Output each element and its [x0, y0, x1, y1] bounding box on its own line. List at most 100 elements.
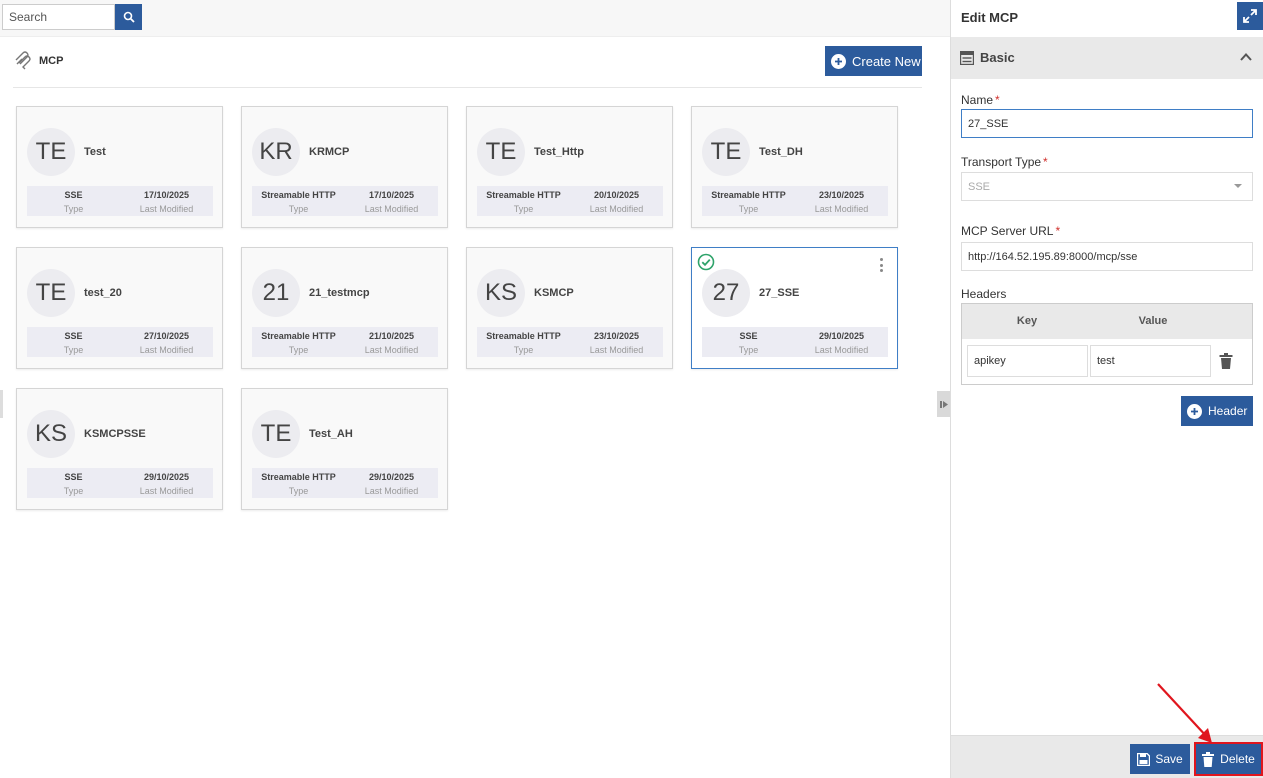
card-meta: SSE Type 29/10/2025 Last Modified [27, 468, 213, 498]
server-url-label: MCP Server URL * [961, 224, 1061, 238]
mcp-card[interactable]: 21 21_testmcp Streamable HTTP Type 21/10… [241, 247, 448, 369]
key-column-header: Key [1016, 315, 1038, 327]
basic-section-header[interactable]: Basic [951, 37, 1263, 79]
collapse-arrow-icon [939, 400, 948, 408]
more-options-icon[interactable] [878, 258, 884, 272]
mcp-card[interactable]: KR KRMCP Streamable HTTP Type 17/10/2025… [241, 106, 448, 228]
mcp-card[interactable]: KS KSMCPSSE SSE Type 29/10/2025 Last Mod… [16, 388, 223, 510]
card-date-label: Last Modified [364, 486, 419, 496]
form-icon [960, 51, 974, 65]
card-type-value: Streamable HTTP [261, 190, 336, 200]
section-header: MCP Create New [13, 38, 922, 88]
header-key-input[interactable] [967, 345, 1088, 377]
avatar: TE [477, 128, 525, 176]
avatar: 21 [252, 269, 300, 317]
add-header-label: Header [1208, 404, 1248, 418]
card-date-value: 17/10/2025 [368, 190, 415, 200]
avatar: TE [252, 410, 300, 458]
plus-circle-icon [831, 53, 846, 69]
card-type-label: Type [288, 204, 309, 214]
card-date-value: 27/10/2025 [143, 331, 190, 341]
add-header-button[interactable]: Header [1181, 396, 1253, 426]
search-button[interactable] [115, 4, 142, 30]
card-type-value: SSE [739, 331, 758, 341]
card-type-value: SSE [64, 472, 83, 482]
transport-type-label: Transport Type * [961, 155, 1048, 169]
card-date-value: 20/10/2025 [593, 190, 640, 200]
header-value-input[interactable] [1090, 345, 1211, 377]
mcp-card[interactable]: KS KSMCP Streamable HTTP Type 23/10/2025… [466, 247, 673, 369]
server-url-field[interactable] [961, 242, 1253, 271]
card-meta: SSE Type 17/10/2025 Last Modified [27, 186, 213, 216]
card-type-label: Type [63, 486, 84, 496]
card-type-value: SSE [64, 331, 83, 341]
card-type-label: Type [513, 345, 534, 355]
card-name: KSMCP [534, 287, 574, 299]
card-type-value: Streamable HTTP [261, 331, 336, 341]
card-date-label: Last Modified [814, 204, 869, 214]
name-label: Name * [961, 93, 1000, 107]
card-type-label: Type [63, 204, 84, 214]
card-name: Test_DH [759, 146, 803, 158]
card-name: Test_Http [534, 146, 584, 158]
headers-label: Headers [961, 287, 1007, 301]
mcp-card[interactable]: TE Test SSE Type 17/10/2025 Last Modifie… [16, 106, 223, 228]
mcp-card[interactable]: TE Test_Http Streamable HTTP Type 20/10/… [466, 106, 673, 228]
card-date-label: Last Modified [814, 345, 869, 355]
mcp-card-selected[interactable]: 27 27_SSE SSE Type 29/10/2025 Last Modif… [691, 247, 898, 369]
card-date-label: Last Modified [364, 204, 419, 214]
panel-collapse-handle[interactable] [937, 391, 951, 417]
section-title: MCP [39, 55, 64, 67]
edit-panel: Edit MCP Basic Name* Transport Type* [950, 0, 1263, 778]
card-date-value: 21/10/2025 [368, 331, 415, 341]
required-mark: * [1043, 155, 1048, 169]
card-date-label: Last Modified [589, 345, 644, 355]
save-icon [1137, 752, 1151, 766]
basic-section-label: Basic [980, 50, 1015, 65]
expand-button[interactable] [1237, 2, 1263, 30]
card-meta: SSE Type 29/10/2025 Last Modified [702, 327, 888, 357]
card-type-label: Type [513, 204, 534, 214]
card-date-value: 23/10/2025 [593, 331, 640, 341]
avatar: TE [702, 128, 750, 176]
card-type-label: Type [288, 486, 309, 496]
card-date-label: Last Modified [139, 345, 194, 355]
headers-table-header: Key Value [962, 304, 1252, 339]
delete-header-icon[interactable] [1219, 353, 1233, 369]
save-label: Save [1155, 752, 1183, 766]
card-type-label: Type [288, 345, 309, 355]
avatar: TE [27, 128, 75, 176]
name-field[interactable] [961, 109, 1253, 138]
mcp-logo-icon [15, 51, 31, 70]
save-button[interactable]: Save [1130, 744, 1190, 774]
trash-icon [1202, 751, 1215, 767]
card-name: Test [84, 146, 106, 158]
mcp-card[interactable]: TE test_20 SSE Type 27/10/2025 Last Modi… [16, 247, 223, 369]
card-type-value: Streamable HTTP [711, 190, 786, 200]
card-meta: Streamable HTTP Type 29/10/2025 Last Mod… [252, 468, 438, 498]
left-collapse-handle[interactable] [0, 390, 3, 418]
top-bar [0, 0, 950, 37]
headers-table: Key Value [961, 303, 1253, 385]
create-new-button[interactable]: Create New [825, 46, 922, 76]
card-date-value: 23/10/2025 [818, 190, 865, 200]
transport-type-select[interactable]: SSE [961, 172, 1253, 201]
mcp-card[interactable]: TE Test_DH Streamable HTTP Type 23/10/20… [691, 106, 898, 228]
delete-button[interactable]: Delete [1194, 742, 1263, 776]
create-new-label: Create New [852, 53, 921, 69]
card-meta: Streamable HTTP Type 17/10/2025 Last Mod… [252, 186, 438, 216]
search-input[interactable] [2, 4, 115, 30]
delete-label: Delete [1220, 752, 1255, 766]
chevron-up-icon[interactable] [1239, 50, 1253, 64]
card-meta: Streamable HTTP Type 20/10/2025 Last Mod… [477, 186, 663, 216]
expand-icon [1243, 9, 1257, 23]
card-name: KSMCPSSE [84, 428, 146, 440]
card-date-value: 29/10/2025 [818, 331, 865, 341]
card-name: 21_testmcp [309, 287, 370, 299]
value-column-header: Value [1138, 315, 1168, 327]
avatar: KS [477, 269, 525, 317]
avatar: 27 [702, 269, 750, 317]
card-meta: Streamable HTTP Type 21/10/2025 Last Mod… [252, 327, 438, 357]
app-root: MCP Create New TE Test SSE Type 17/10/20… [0, 0, 1263, 778]
mcp-card[interactable]: TE Test_AH Streamable HTTP Type 29/10/20… [241, 388, 448, 510]
